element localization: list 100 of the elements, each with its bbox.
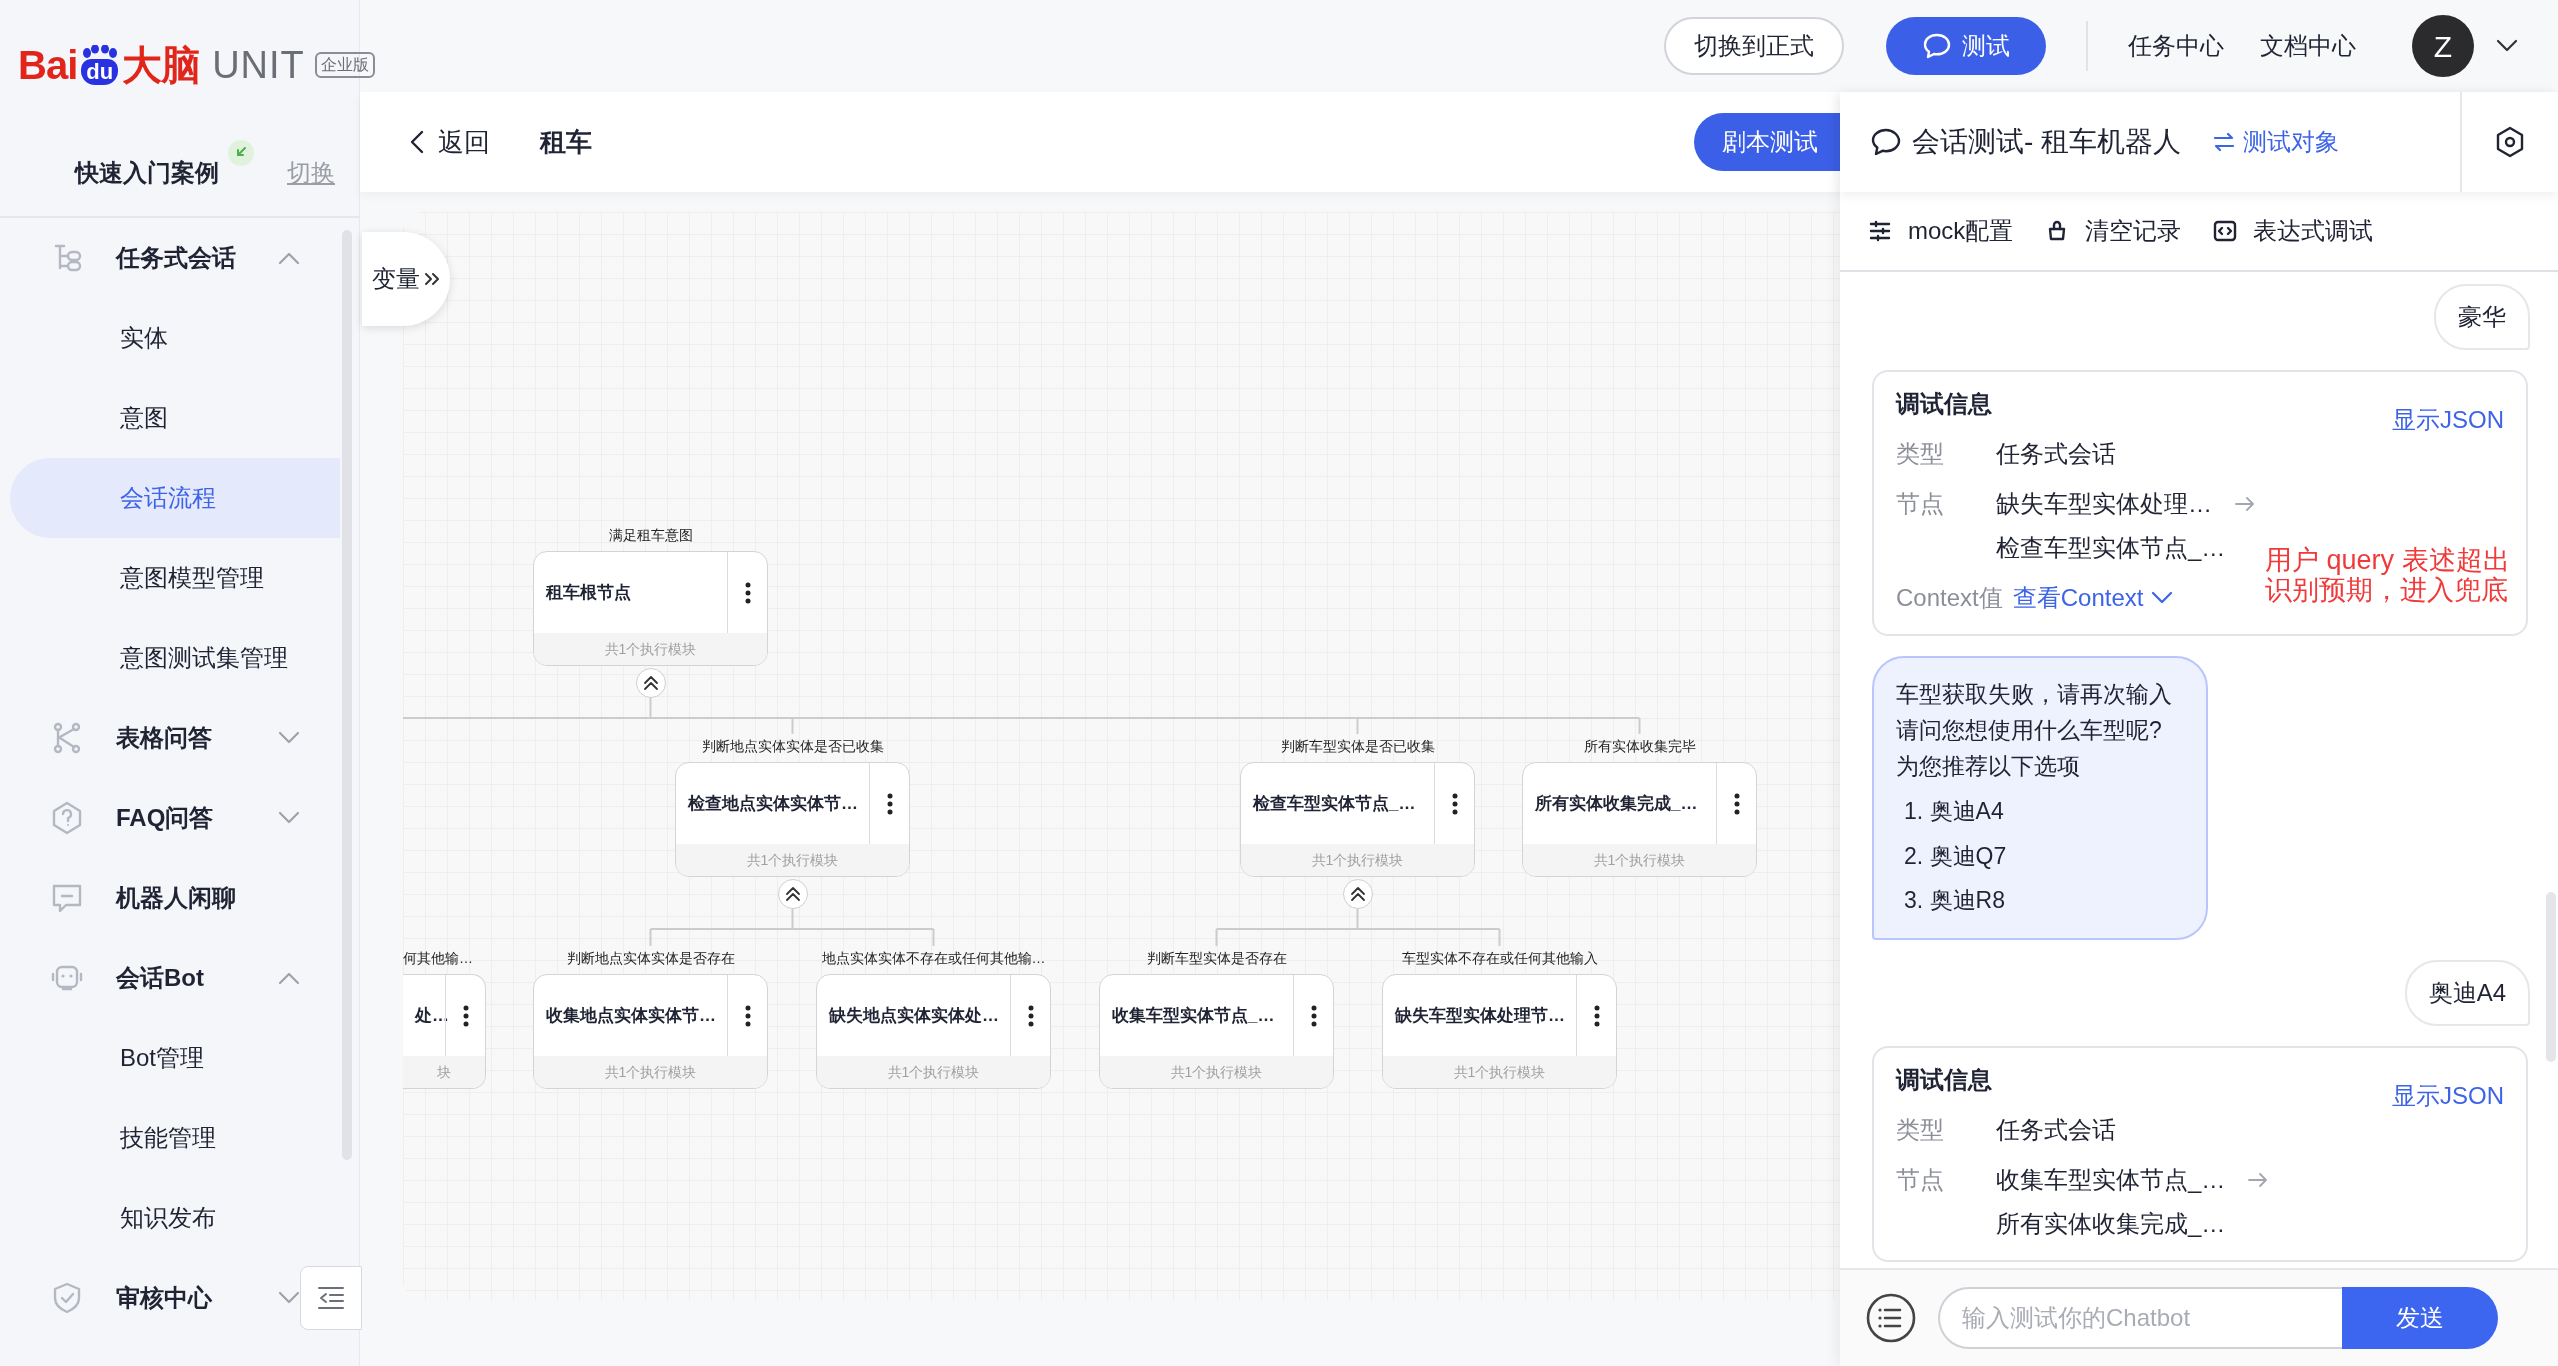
option-item[interactable]: 1. 奥迪A4 — [1896, 794, 2184, 829]
nav-group[interactable]: 会话Bot — [0, 938, 302, 1018]
flow-node[interactable]: 检查地点实体实体节… 共1个执行模块 — [675, 762, 910, 877]
collapse-toggle[interactable] — [1342, 879, 1373, 909]
more-icon[interactable] — [886, 792, 893, 815]
field-label: 节点 — [1896, 1164, 1945, 1195]
back-icon — [410, 130, 424, 154]
option-item[interactable]: 2. 奥迪Q7 — [1896, 838, 2184, 873]
paw-icon — [81, 45, 118, 59]
test-target-link[interactable]: 测试对象 — [2213, 124, 2340, 160]
toolbar-link[interactable]: 表达式调试 — [2213, 213, 2374, 249]
show-json-link[interactable]: 显示JSON — [2392, 402, 2504, 438]
flow-node[interactable]: 租车根节点 共1个执行模块 — [533, 551, 768, 666]
show-json-link[interactable]: 显示JSON — [2392, 1077, 2504, 1114]
more-icon[interactable] — [462, 1004, 469, 1027]
send-button[interactable]: 发送 — [2342, 1287, 2498, 1349]
nav-item[interactable]: 技能管理 — [10, 1098, 340, 1178]
nav-link[interactable]: 任务中心 — [2128, 28, 2224, 64]
nav-item[interactable]: 实体 — [10, 298, 340, 378]
more-icon[interactable] — [1593, 1004, 1600, 1027]
node-footer: 块 — [403, 1056, 485, 1088]
branch-condition: 判断地点实体实体是否已收集 — [701, 737, 884, 756]
collapse-toggle[interactable] — [777, 879, 808, 909]
flow-node[interactable]: 所有实体收集完成_… 共1个执行模块 — [1522, 762, 1757, 877]
nav-item[interactable]: 意图测试集管理 — [10, 618, 340, 698]
nav-group-label: 任务式会话 — [116, 243, 236, 273]
flow-node[interactable]: 检查车型实体节点_… 共1个执行模块 — [1240, 762, 1475, 877]
double-chevron-up-icon[interactable] — [784, 886, 801, 902]
question-icon — [50, 801, 84, 835]
nav-item[interactable]: 意图模型管理 — [10, 538, 340, 618]
message-text: 请问您想使用什么车型呢? — [1896, 716, 2163, 745]
nav-group[interactable]: 任务式会话 — [0, 218, 302, 298]
field-value: 任务式会话 — [1996, 1114, 2116, 1145]
script-test-button[interactable]: 剧本测试 — [1694, 113, 1840, 171]
node-footer: 共1个执行模块 — [1241, 844, 1474, 876]
double-chevron-up-icon[interactable] — [1349, 886, 1366, 902]
chat-icon — [1870, 127, 1902, 157]
collapse-sidebar-button[interactable] — [300, 1266, 362, 1330]
node-footer: 共1个执行模块 — [1523, 844, 1756, 876]
node-name[interactable]: 检查车型实体节点_… — [1996, 530, 2226, 566]
node-name[interactable]: 收集车型实体节点_… — [1996, 1161, 2226, 1198]
node-name[interactable]: 所有实体收集完成_… — [1996, 1205, 2226, 1242]
message-text: 车型获取失败，请再次输入 — [1896, 680, 2173, 709]
node-name[interactable]: 缺失车型实体处理… — [1996, 486, 2212, 522]
nav-group-label: FAQ问答 — [116, 803, 214, 833]
more-icon[interactable] — [744, 1004, 751, 1027]
user-avatar[interactable]: Z — [2412, 15, 2474, 77]
branch-condition: 判断地点实体实体是否存在 — [566, 949, 735, 968]
nav-item[interactable]: 知识发布 — [10, 1178, 340, 1258]
more-icon[interactable] — [1733, 792, 1740, 815]
flow-node[interactable]: 收集车型实体节点_… 共1个执行模块 — [1099, 974, 1334, 1089]
chevron-down-icon — [2151, 591, 2174, 605]
toolbar-link[interactable]: mock配置 — [1868, 213, 2014, 249]
user-message: 豪华 — [2434, 284, 2530, 350]
nav-item[interactable]: 会话流程 — [10, 458, 340, 538]
field-label: 类型 — [1896, 1114, 1945, 1145]
double-chevron-up-icon[interactable] — [642, 675, 659, 691]
arrow-right-icon — [2247, 1171, 2270, 1188]
menu-icon[interactable] — [1866, 1293, 1916, 1343]
arrow-right-icon — [2234, 496, 2256, 512]
toolbar-link[interactable]: 清空记录 — [2045, 213, 2182, 249]
collapse-icon — [316, 1285, 346, 1311]
option-item[interactable]: 3. 奥迪R8 — [1896, 883, 2184, 918]
node-title: 检查车型实体节点_… — [1252, 792, 1417, 815]
node-title: 收集车型实体节点_… — [1111, 1004, 1276, 1027]
test-button[interactable]: 测试 — [1886, 17, 2046, 75]
node-title: 检查地点实体实体节… — [687, 792, 859, 815]
nav-group[interactable]: 表格问答 — [0, 698, 302, 778]
user-message: 奥迪A4 — [2404, 959, 2530, 1026]
collapse-toggle[interactable] — [635, 668, 666, 698]
variables-tab[interactable]: 变量 — [362, 232, 450, 326]
branch-condition: 判断车型实体是否已收集 — [1280, 737, 1435, 756]
switch-button[interactable]: 切换到正式 — [1664, 17, 1844, 75]
brand-text: 大脑 — [122, 42, 201, 89]
nav-item[interactable]: 意图 — [10, 378, 340, 458]
nav-link[interactable]: 文档中心 — [2260, 28, 2356, 64]
flow-node[interactable]: 缺失车型实体处理节… 共1个执行模块 — [1382, 974, 1617, 1089]
nav-group[interactable]: 机器人闲聊 — [0, 858, 302, 938]
more-icon[interactable] — [744, 581, 751, 604]
node-footer: 共1个执行模块 — [676, 844, 909, 876]
brand-mark: du — [81, 59, 119, 85]
edition-tag: 企业版 — [314, 52, 375, 78]
nav-item[interactable]: Bot管理 — [10, 1018, 340, 1098]
context-link[interactable]: 查看Context — [2012, 580, 2174, 616]
flow-node[interactable]: 缺失地点实体实体处… 共1个执行模块 — [816, 974, 1051, 1089]
more-icon[interactable] — [1027, 1004, 1034, 1027]
nav-group[interactable]: 审核中心 — [0, 1258, 302, 1338]
more-icon[interactable] — [1451, 792, 1458, 815]
node-title: 缺失车型实体处理节… — [1393, 1004, 1566, 1027]
more-icon[interactable] — [1310, 1004, 1317, 1027]
nav-group[interactable]: FAQ问答 — [0, 778, 302, 858]
branch-condition: 判断车型实体是否存在 — [1146, 949, 1287, 968]
flow-node[interactable]: 收集地点实体实体节… 共1个执行模块 — [533, 974, 768, 1089]
node-title: 缺失地点实体实体处… — [827, 1004, 1000, 1027]
branch-condition: 何其他输… — [403, 949, 473, 968]
chevron-down-icon — [2496, 39, 2518, 53]
nav-group-label: 审核中心 — [116, 1283, 212, 1313]
message-input[interactable]: 输入测试你的Chatbot — [1938, 1287, 2342, 1349]
back-link[interactable]: 返回 — [410, 122, 490, 162]
node-footer: 共1个执行模块 — [1383, 1056, 1616, 1088]
